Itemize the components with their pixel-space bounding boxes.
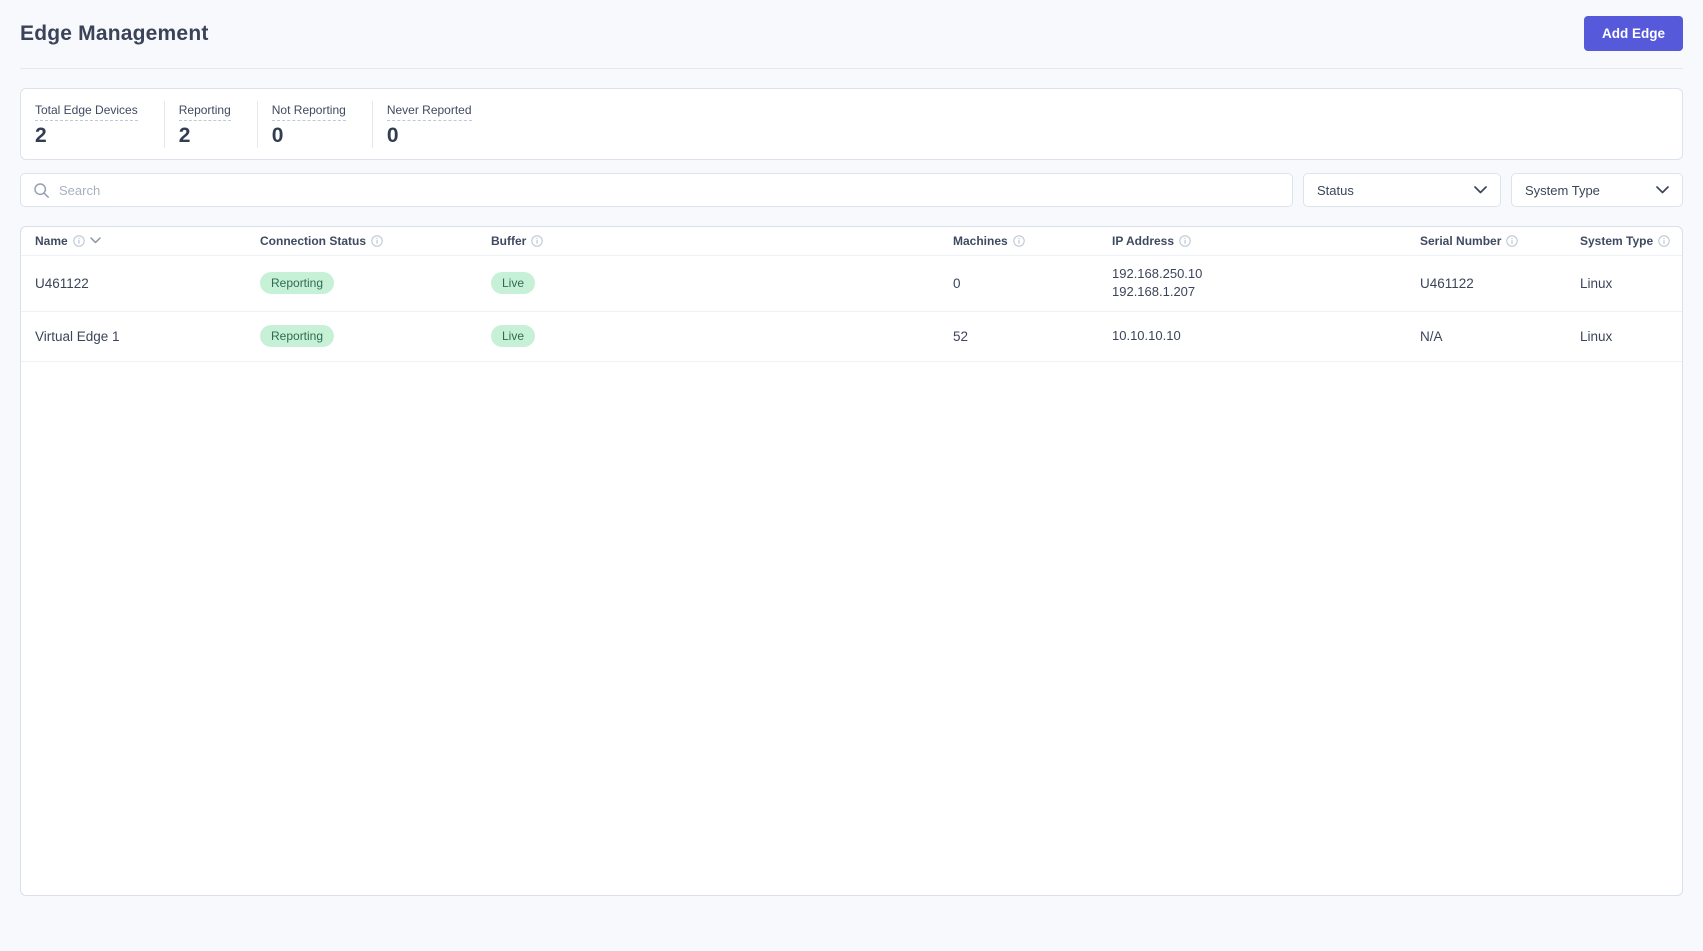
- column-label: IP Address: [1112, 233, 1175, 248]
- ip-address-line: 192.168.1.207: [1112, 284, 1196, 299]
- stat-label: Total Edge Devices: [35, 103, 138, 121]
- search-input[interactable]: [59, 182, 1280, 198]
- column-header-name[interactable]: Name: [21, 227, 246, 256]
- cell-system-type: Linux: [1566, 255, 1682, 312]
- chevron-down-icon: [1474, 186, 1487, 194]
- status-filter[interactable]: Status: [1303, 173, 1501, 207]
- chevron-down-icon: [1656, 186, 1669, 194]
- stat-not-reporting: Not Reporting 0: [256, 100, 372, 148]
- column-header-connection-status[interactable]: Connection Status: [246, 227, 477, 256]
- connection-status-badge: Reporting: [260, 272, 335, 294]
- info-icon: [1506, 235, 1519, 247]
- cell-machines: 0: [939, 255, 1098, 312]
- stat-label: Never Reported: [386, 103, 472, 121]
- cell-ip-address: 192.168.250.10 192.168.1.207: [1098, 255, 1406, 312]
- column-header-system-type[interactable]: System Type: [1566, 227, 1682, 256]
- column-header-machines[interactable]: Machines: [939, 227, 1098, 256]
- column-label: Name: [35, 233, 68, 248]
- connection-status-badge: Reporting: [260, 325, 335, 347]
- column-header-ip-address[interactable]: IP Address: [1098, 227, 1406, 256]
- cell-connection-status: Reporting: [246, 255, 477, 312]
- search-icon: [33, 182, 50, 199]
- info-icon: [531, 235, 544, 247]
- stats-card: Total Edge Devices 2 Reporting 2 Not Rep…: [20, 88, 1683, 160]
- stat-never-reported: Never Reported 0: [371, 100, 498, 148]
- table-row[interactable]: U461122 Reporting Live 0 192.168.250.10 …: [21, 255, 1682, 312]
- info-icon: [72, 235, 85, 247]
- stat-reporting: Reporting 2: [163, 100, 257, 148]
- stat-label: Reporting: [178, 103, 231, 121]
- edge-devices-table: Name Connection Status Buffer Machines I…: [21, 227, 1682, 362]
- column-header-serial-number[interactable]: Serial Number: [1406, 227, 1566, 256]
- table-header-row: Name Connection Status Buffer Machines I…: [21, 227, 1682, 256]
- stat-label: Not Reporting: [271, 103, 346, 121]
- status-filter-label: Status: [1317, 182, 1354, 198]
- column-header-buffer[interactable]: Buffer: [477, 227, 939, 256]
- column-label: System Type: [1580, 233, 1654, 248]
- stat-value: 2: [178, 123, 191, 147]
- cell-buffer: Live: [477, 311, 939, 362]
- system-type-filter-label: System Type: [1525, 182, 1600, 198]
- column-label: Serial Number: [1420, 233, 1502, 248]
- cell-serial-number: N/A: [1406, 311, 1566, 362]
- system-type-filter[interactable]: System Type: [1511, 173, 1683, 207]
- column-label: Buffer: [491, 233, 527, 248]
- stat-value: 2: [35, 123, 47, 147]
- cell-serial-number: U461122: [1406, 255, 1566, 312]
- info-icon: [1179, 235, 1191, 247]
- page-title: Edge Management: [20, 21, 209, 45]
- search-box[interactable]: [20, 173, 1293, 207]
- cell-system-type: Linux: [1566, 311, 1682, 362]
- table-row[interactable]: Virtual Edge 1 Reporting Live 52 10.10.1…: [21, 311, 1682, 362]
- cell-name: U461122: [21, 255, 246, 312]
- column-label: Machines: [953, 233, 1008, 248]
- edge-devices-table-card: Name Connection Status Buffer Machines I…: [20, 226, 1683, 896]
- buffer-badge: Live: [491, 325, 536, 347]
- filter-row: Status System Type: [20, 173, 1683, 207]
- cell-machines: 52: [939, 311, 1098, 362]
- cell-buffer: Live: [477, 255, 939, 312]
- ip-address-line: 10.10.10.10: [1112, 328, 1181, 344]
- page-header: Edge Management Add Edge: [20, 0, 1683, 69]
- info-icon: [1658, 235, 1670, 247]
- stat-value: 0: [271, 123, 284, 147]
- stat-value: 0: [386, 123, 399, 147]
- column-label: Connection Status: [260, 233, 367, 248]
- ip-address-line: 192.168.250.10: [1112, 266, 1203, 282]
- sort-chevron-icon[interactable]: [89, 237, 101, 244]
- cell-name: Virtual Edge 1: [21, 311, 246, 362]
- stat-total-edge-devices: Total Edge Devices 2: [21, 101, 164, 148]
- info-icon: [1012, 235, 1025, 247]
- info-icon: [371, 235, 383, 247]
- buffer-badge: Live: [491, 272, 536, 294]
- cell-ip-address: 10.10.10.10: [1098, 311, 1406, 362]
- add-edge-button[interactable]: Add Edge: [1584, 16, 1683, 51]
- cell-connection-status: Reporting: [246, 311, 477, 362]
